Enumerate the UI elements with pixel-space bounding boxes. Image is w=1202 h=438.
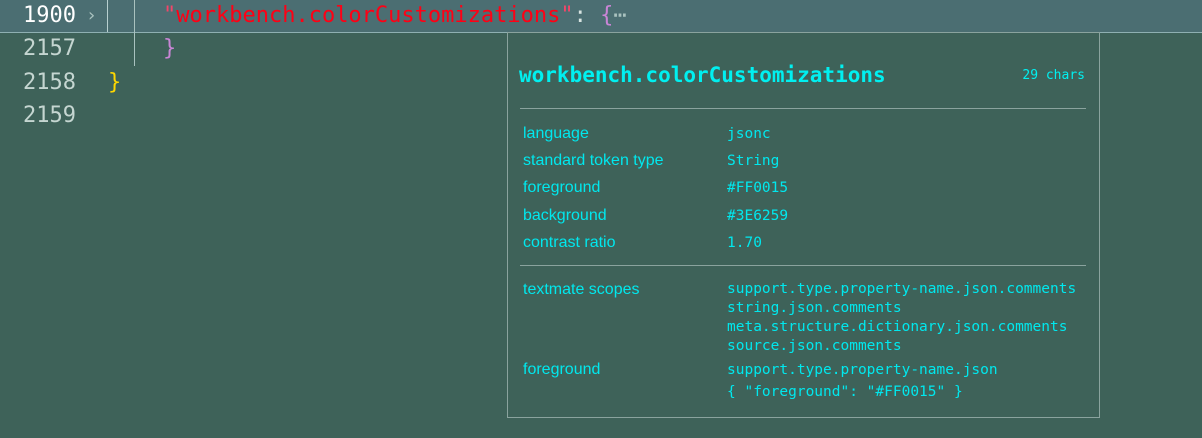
line-number: 2157	[23, 36, 76, 61]
string-quote-close: "	[560, 3, 574, 28]
open-brace-token: {	[600, 3, 614, 28]
foreground-rule-json: { "foreground": "#FF0015" }	[727, 384, 963, 400]
info-row-contrast: contrast ratio 1.70	[523, 231, 1083, 255]
info-value: jsonc	[727, 126, 771, 142]
close-brace-token: }	[108, 70, 122, 95]
info-key: standard token type	[523, 152, 664, 169]
inspect-tokens-hover: workbench.colorCustomizations 29 chars l…	[507, 32, 1100, 418]
line-number: 2158	[23, 70, 76, 95]
info-key: language	[523, 125, 589, 142]
foreground-scope: support.type.property-name.json	[727, 362, 998, 378]
line-number: 1900	[23, 3, 76, 28]
token-length: 29 chars	[1022, 68, 1085, 83]
close-brace-token: }	[163, 36, 177, 61]
info-value: String	[727, 153, 780, 169]
info-value: #3E6259	[727, 208, 789, 224]
scope-item: source.json.comments	[727, 338, 902, 354]
info-row-language: language jsonc	[523, 122, 1083, 146]
divider	[520, 265, 1086, 266]
textmate-scope-list: support.type.property-name.json.comments…	[727, 280, 1076, 356]
info-row-foreground-rule: foreground support.type.property-name.js…	[523, 358, 1083, 382]
info-row-foreground: foreground #FF0015	[523, 176, 1083, 200]
info-value: #FF0015	[727, 180, 789, 196]
line-number: 2159	[23, 103, 76, 128]
property-name-token: workbench.colorCustomizations	[176, 3, 561, 28]
info-key: foreground	[523, 179, 601, 196]
divider	[520, 108, 1086, 109]
scope-item: string.json.comments	[727, 300, 902, 316]
colon-token: :	[573, 3, 601, 28]
info-row-token-type: standard token type String	[523, 149, 1083, 173]
chevron-right-icon[interactable]: ›	[86, 0, 97, 32]
scope-item: support.type.property-name.json.comments	[727, 281, 1077, 297]
info-value: 1.70	[727, 235, 762, 251]
info-row-foreground-json: { "foreground": "#FF0015" }	[523, 380, 1083, 404]
info-key: contrast ratio	[523, 234, 616, 251]
info-key: foreground	[523, 361, 601, 378]
string-quote-open: "	[163, 3, 177, 28]
info-key: background	[523, 207, 607, 224]
token-title: workbench.colorCustomizations	[519, 63, 886, 87]
folded-ellipsis-icon[interactable]: ⋯	[613, 3, 626, 28]
scope-item: meta.structure.dictionary.json.comments	[727, 319, 1068, 335]
editor-line-1900[interactable]: 1900 › "workbench.colorCustomizations": …	[0, 0, 1202, 33]
info-row-background: background #3E6259	[523, 204, 1083, 228]
info-key: textmate scopes	[523, 281, 640, 298]
code-text[interactable]: "workbench.colorCustomizations": {⋯	[163, 0, 627, 32]
